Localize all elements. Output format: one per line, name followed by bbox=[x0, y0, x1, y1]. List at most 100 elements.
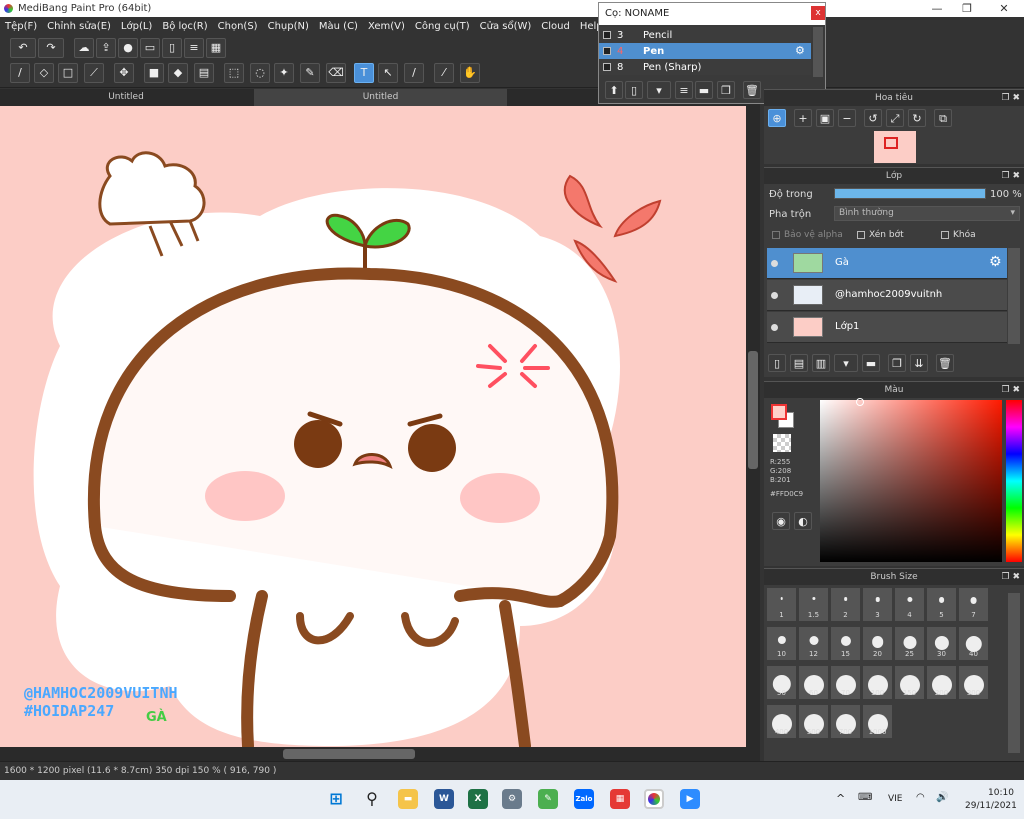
brush-tool-icon[interactable]: / bbox=[10, 63, 30, 83]
undo-icon[interactable]: ↶ bbox=[10, 38, 36, 58]
lock-checkbox[interactable]: Khóa bbox=[941, 230, 976, 240]
blend-select[interactable]: Bình thường ▾ bbox=[834, 206, 1020, 221]
add-brush-cloud-icon[interactable]: ⬆ bbox=[605, 81, 623, 99]
close-button[interactable]: ✕ bbox=[987, 0, 1021, 17]
fit-screen-icon[interactable]: ▣ bbox=[816, 109, 834, 127]
zoom-out-icon[interactable]: − bbox=[838, 109, 856, 127]
layer-list-scrollbar[interactable] bbox=[1008, 248, 1020, 344]
duplicate-layer-icon[interactable]: ❐ bbox=[888, 354, 906, 372]
foreground-color-swatch[interactable] bbox=[771, 404, 787, 420]
operation-tool-icon[interactable]: ↖ bbox=[378, 63, 398, 83]
brush-item-pencil[interactable]: 3 Pencil bbox=[599, 27, 811, 43]
brush-checkbox[interactable] bbox=[603, 63, 611, 71]
brush-checkbox[interactable] bbox=[603, 47, 611, 55]
visibility-eye-icon[interactable] bbox=[771, 324, 778, 331]
layer-folder-icon[interactable]: ▬ bbox=[862, 354, 880, 372]
saturation-value-picker[interactable] bbox=[820, 398, 1002, 562]
brush-size-scrollbar[interactable] bbox=[1008, 593, 1020, 753]
keyboard-icon[interactable]: ⌨ bbox=[858, 792, 872, 803]
cloud-icon[interactable]: ☁ bbox=[74, 38, 94, 58]
clipping-checkbox[interactable]: Xén bớt bbox=[857, 230, 904, 240]
brush-size-50[interactable]: 50 bbox=[766, 665, 797, 700]
menu-tools[interactable]: Công cụ(T) bbox=[410, 17, 475, 37]
brush-size-150[interactable]: 150 bbox=[894, 665, 925, 700]
divide-tool-icon[interactable]: / bbox=[404, 63, 424, 83]
file-explorer-icon[interactable]: ▬ bbox=[398, 789, 418, 809]
new-halftone-layer-icon[interactable]: ▤ bbox=[790, 354, 808, 372]
brush-list-scrollbar[interactable] bbox=[813, 27, 823, 77]
transparent-color-swatch[interactable] bbox=[773, 434, 791, 452]
brush-size-4[interactable]: 4 bbox=[894, 587, 925, 622]
brush-size-25[interactable]: 25 bbox=[894, 626, 925, 661]
rotate-left-icon[interactable]: ↺ bbox=[864, 109, 882, 127]
windows-start-icon[interactable]: ⊞ bbox=[326, 789, 346, 809]
layer-row-lop1[interactable]: Lớp1 bbox=[767, 312, 1007, 343]
brush-size-2[interactable]: 2 bbox=[830, 587, 861, 622]
new-brush-icon[interactable]: ▯ bbox=[625, 81, 643, 99]
search-icon[interactable]: ⚲ bbox=[362, 789, 382, 809]
menu-layer[interactable]: Lớp(L) bbox=[116, 17, 157, 37]
drawing-canvas[interactable]: @HAMHOC2009VUITNH #HOIDAP247 GÀ bbox=[0, 106, 746, 747]
vertical-scrollbar[interactable] bbox=[746, 106, 760, 747]
comment-icon[interactable]: ● bbox=[118, 38, 138, 58]
brush-checkbox[interactable] bbox=[603, 31, 611, 39]
menu-view[interactable]: Xem(V) bbox=[363, 17, 410, 37]
brush-size-1[interactable]: 1 bbox=[766, 587, 797, 622]
brush-size-7[interactable]: 7 bbox=[958, 587, 989, 622]
eyedropper-icon[interactable]: ⁄ bbox=[434, 63, 454, 83]
panel-controls-icon[interactable]: ❐ ✖ bbox=[1002, 168, 1020, 185]
paint-app-icon[interactable]: ✎ bbox=[538, 789, 558, 809]
vertical-scroll-thumb[interactable] bbox=[748, 351, 758, 469]
brush-size-5[interactable]: 5 bbox=[926, 587, 957, 622]
clock-date[interactable]: 29/11/2021 bbox=[965, 801, 1017, 811]
hand-tool-icon[interactable]: ✋ bbox=[460, 63, 480, 83]
magic-wand-icon[interactable]: ✦ bbox=[274, 63, 294, 83]
fill-rect-tool-icon[interactable]: ■ bbox=[144, 63, 164, 83]
brush-popup-close-icon[interactable]: x bbox=[811, 6, 825, 20]
tray-chevron-up-icon[interactable]: ^ bbox=[836, 792, 845, 805]
merge-layer-icon[interactable]: ⇊ bbox=[910, 354, 928, 372]
select-eraser-icon[interactable]: ⌫ bbox=[326, 63, 346, 83]
brush-settings-icon[interactable]: ≡ bbox=[675, 81, 693, 99]
menu-edit[interactable]: Chỉnh sửa(E) bbox=[42, 17, 116, 37]
opacity-slider[interactable] bbox=[834, 188, 986, 199]
menu-snap[interactable]: Chụp(N) bbox=[263, 17, 314, 37]
rectangle-tool-icon[interactable]: □ bbox=[58, 63, 78, 83]
eraser-tool-icon[interactable]: ◇ bbox=[34, 63, 54, 83]
new-layer-icon[interactable]: ▯ bbox=[768, 354, 786, 372]
excel-icon[interactable]: X bbox=[468, 789, 488, 809]
flip-icon[interactable]: ⤢ bbox=[886, 109, 904, 127]
page-icon[interactable]: ▯ bbox=[162, 38, 182, 58]
word-icon[interactable]: W bbox=[434, 789, 454, 809]
hue-slider[interactable] bbox=[1006, 400, 1022, 562]
grid-icon[interactable]: ▦ bbox=[206, 38, 226, 58]
document-icon[interactable]: ≡ bbox=[184, 38, 204, 58]
rotate-right-icon[interactable]: ↻ bbox=[908, 109, 926, 127]
brush-size-30[interactable]: 30 bbox=[926, 626, 957, 661]
panel-controls-icon[interactable]: ❐ ✖ bbox=[1002, 382, 1020, 399]
color-picker-icon[interactable]: ◐ bbox=[794, 512, 812, 530]
menu-file[interactable]: Tệp(F) bbox=[0, 17, 42, 37]
brush-size-1000[interactable]: 1000 bbox=[862, 704, 893, 739]
app-icon[interactable]: ▦ bbox=[610, 789, 630, 809]
brush-size-300[interactable]: 300 bbox=[958, 665, 989, 700]
zalo-icon[interactable]: Zalo bbox=[574, 789, 594, 809]
tab-untitled-1[interactable]: Untitled bbox=[0, 89, 252, 106]
visibility-eye-icon[interactable] bbox=[771, 260, 778, 267]
brush-size-60[interactable]: 60 bbox=[798, 665, 829, 700]
navigator-view-rect[interactable] bbox=[884, 137, 898, 149]
zoom-fit-icon[interactable]: ⊕ bbox=[768, 109, 786, 127]
gradient-tool-icon[interactable]: ▤ bbox=[194, 63, 214, 83]
navigator-thumbnail[interactable] bbox=[874, 131, 916, 163]
select-tool-icon[interactable]: ⬚ bbox=[224, 63, 244, 83]
menu-color[interactable]: Màu (C) bbox=[314, 17, 363, 37]
language-indicator[interactable]: VIE bbox=[888, 794, 903, 804]
brush-size-3[interactable]: 3 bbox=[862, 587, 893, 622]
brush-size-200[interactable]: 200 bbox=[926, 665, 957, 700]
brush-size-70[interactable]: 70 bbox=[830, 665, 861, 700]
brush-size-12[interactable]: 12 bbox=[798, 626, 829, 661]
maximize-button[interactable]: ❐ bbox=[950, 0, 984, 17]
menu-cloud[interactable]: Cloud bbox=[536, 17, 575, 37]
brush-size-400[interactable]: 400 bbox=[766, 704, 797, 739]
delete-brush-icon[interactable]: 🗑 bbox=[743, 81, 761, 99]
